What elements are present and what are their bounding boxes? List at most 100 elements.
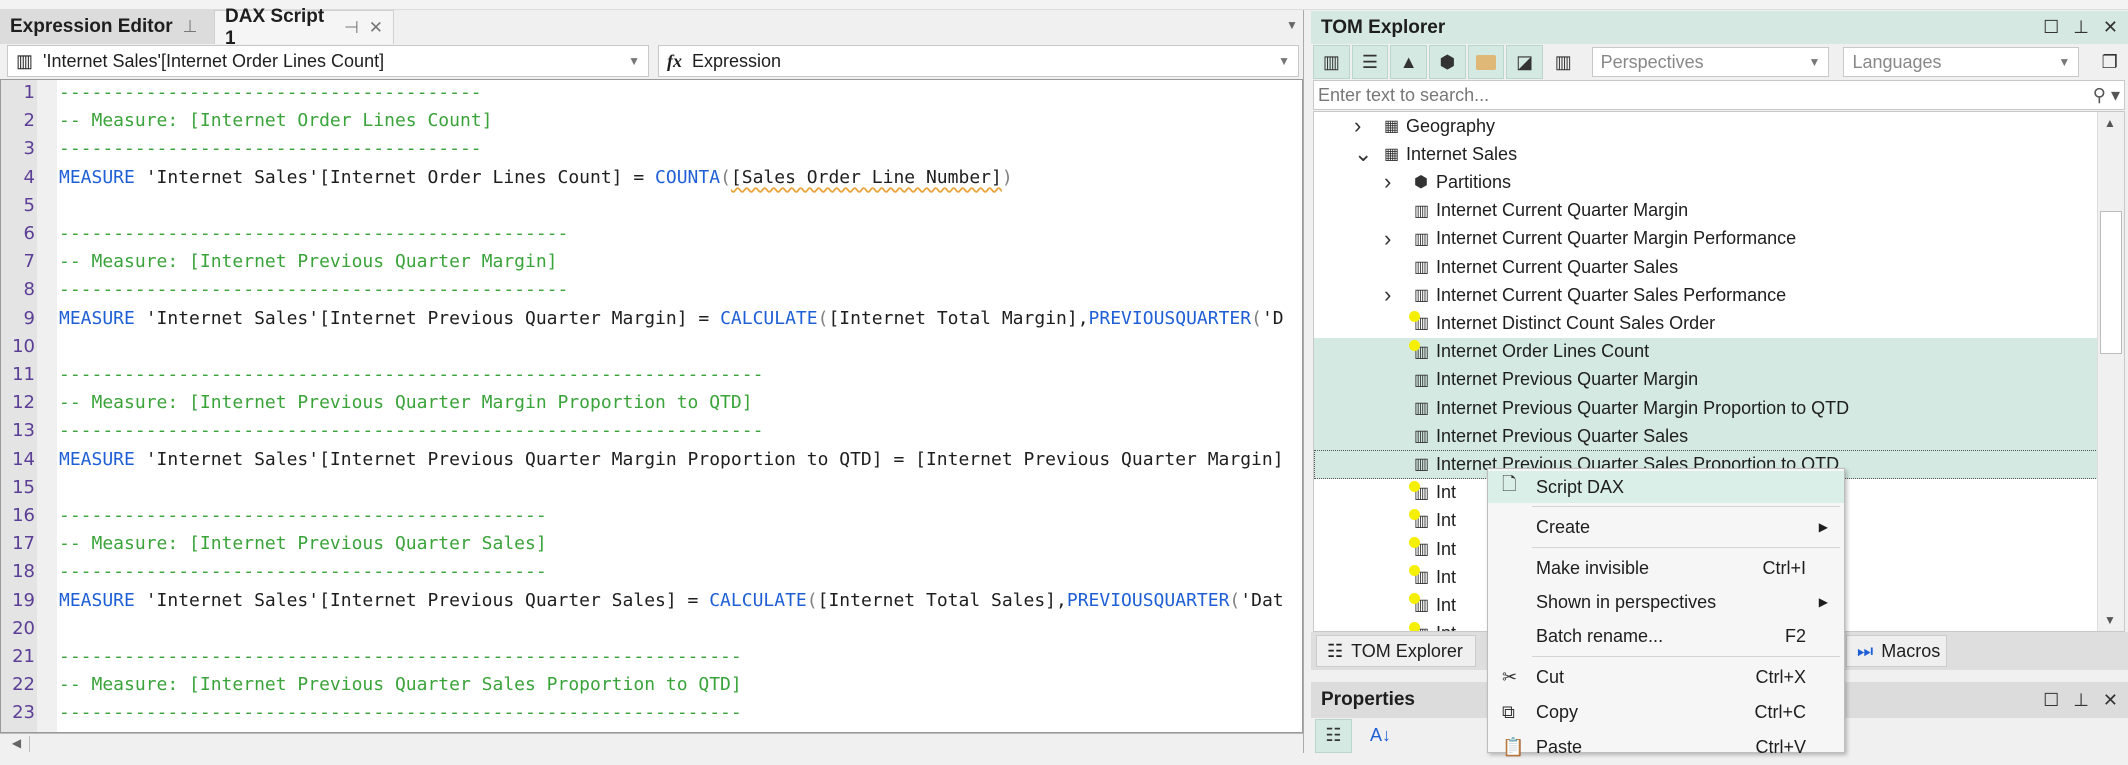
copy-icon: ⧉ <box>1502 702 1515 722</box>
code-line[interactable]: 3 --------------------------------------- <box>1 135 1302 163</box>
code-line[interactable]: 12 -- Measure: [Internet Previous Quarter… <box>1 389 1302 417</box>
panel-title: TOM Explorer <box>1321 16 1446 38</box>
tree-item[interactable]: › ▥ Internet Current Quarter Margin Perfor… <box>1314 225 2098 253</box>
close-icon[interactable]: ✕ <box>2103 690 2118 711</box>
code-line[interactable]: 7 -- Measure: [Internet Previous Quarter … <box>1 248 1302 276</box>
tree-item[interactable]: ⌄ ▦ Internet Sales <box>1314 140 2098 168</box>
hierarchy-icon[interactable]: ▲ <box>1390 45 1427 79</box>
code-line[interactable]: 21 --------------------------------------… <box>1 643 1302 671</box>
menu-item-script-dax[interactable]: 🗋 Script DAX <box>1488 471 1844 503</box>
slash-box-icon[interactable]: ◪ <box>1506 45 1543 79</box>
code-line[interactable]: 19 MEASURE 'Internet Sales'[Internet Prev… <box>1 587 1302 615</box>
tree-item[interactable]: ▥ Internet Current Quarter Sales <box>1314 253 2098 281</box>
code-line[interactable]: 2 -- Measure: [Internet Order Lines Count… <box>1 107 1302 135</box>
chevron-right-icon[interactable]: › <box>1384 282 1391 308</box>
code-line[interactable]: 4 MEASURE 'Internet Sales'[Internet Order… <box>1 164 1302 192</box>
code-line[interactable]: 1 --------------------------------------- <box>1 80 1302 107</box>
tree-item[interactable]: ▥ Internet Distinct Count Sales Order <box>1314 309 2098 337</box>
code-line[interactable]: 11 --------------------------------------… <box>1 361 1302 389</box>
code-text: -- Measure: [Internet Previous Quarter M… <box>59 248 558 276</box>
code-token: COUNTA <box>655 166 721 188</box>
scroll-left-icon[interactable]: ◀ <box>4 736 30 752</box>
languages-dropdown[interactable]: Languages ▼ <box>1843 47 2080 77</box>
code-line[interactable]: 9 MEASURE 'Internet Sales'[Internet Previ… <box>1 305 1302 333</box>
vertical-scrollbar[interactable]: ▲ ▼ <box>2097 112 2124 631</box>
menu-item-make-invisible[interactable]: Make invisible Ctrl+I <box>1488 551 1844 585</box>
columns-icon[interactable]: ▥ <box>1545 45 1582 79</box>
menu-item-copy[interactable]: ⧉ Copy Ctrl+C <box>1488 695 1844 730</box>
tree-item[interactable]: ▥ Internet Previous Quarter Margin <box>1314 365 2098 394</box>
chevron-right-icon[interactable]: › <box>1354 113 1361 139</box>
code-line[interactable]: 15 <box>1 474 1302 502</box>
pin-icon[interactable]: ⊣ <box>344 18 359 38</box>
sort-alphabetical-icon[interactable]: A↓ <box>1362 719 1399 753</box>
code-token: -- Measure: [Internet Previous Quarter S… <box>59 674 742 696</box>
pane-splitter[interactable] <box>1303 10 1311 753</box>
code-line[interactable]: 23 --------------------------------------… <box>1 699 1302 727</box>
code-line[interactable]: 20 <box>1 615 1302 643</box>
scroll-down-icon[interactable]: ▼ <box>2104 613 2116 627</box>
cube-icon[interactable]: ⬢ <box>1428 45 1466 79</box>
tree-item[interactable]: › ▥ Internet Current Quarter Sales Perform… <box>1314 281 2098 309</box>
menu-item-create[interactable]: Create ▶ <box>1488 510 1844 544</box>
new-window-icon[interactable]: ❐ <box>2091 45 2128 79</box>
horizontal-scrollbar[interactable]: ◀ <box>0 733 1303 753</box>
categorized-icon[interactable]: ☷ <box>1315 718 1352 753</box>
folder-icon[interactable] <box>1467 45 1505 79</box>
tab-expression-editor[interactable]: Expression Editor ⊥ <box>0 10 214 44</box>
tab-tom-explorer[interactable]: ☷ TOM Explorer <box>1316 635 1476 667</box>
line-number: 6 <box>23 223 35 244</box>
code-text: ----------------------------------------… <box>59 417 763 445</box>
code-line[interactable]: 14 MEASURE 'Internet Sales'[Internet Prev… <box>1 446 1302 474</box>
code-line[interactable]: 10 <box>1 333 1302 361</box>
tab-list-dropdown-icon[interactable]: ▼ <box>1286 18 1298 32</box>
scrollbar-thumb[interactable] <box>2100 211 2122 354</box>
tree-item[interactable]: ▥ Internet Previous Quarter Margin Propor… <box>1314 394 2098 423</box>
code-token: ) <box>1001 166 1013 188</box>
tree-item[interactable]: › ⬢ Partitions <box>1314 168 2098 196</box>
search-icon[interactable]: ⚲ ▾ <box>2093 85 2120 106</box>
chevron-right-icon[interactable]: › <box>1384 169 1391 195</box>
code-line[interactable]: 8 ---------------------------------------… <box>1 276 1302 304</box>
tree-item[interactable]: › ▦ Geography <box>1314 112 2098 140</box>
menu-item-cut[interactable]: ✂ Cut Ctrl+X <box>1488 660 1844 695</box>
pin-icon[interactable]: ⊥ <box>2073 690 2089 711</box>
menu-item-shown-in-perspectives[interactable]: Shown in perspectives ▶ <box>1488 585 1844 619</box>
pin-icon[interactable]: ⊥ <box>2073 17 2089 38</box>
scroll-up-icon[interactable]: ▲ <box>2104 116 2116 130</box>
pin-icon[interactable]: ⊥ <box>183 17 198 37</box>
code-line[interactable]: 18 --------------------------------------… <box>1 558 1302 586</box>
tree-item[interactable]: ▥ Internet Current Quarter Margin <box>1314 197 2098 225</box>
tab-macros[interactable]: ⏭ Macros <box>1846 635 1947 667</box>
code-token: [Internet Total Sales], <box>817 589 1067 611</box>
code-line[interactable]: 16 --------------------------------------… <box>1 502 1302 530</box>
column-icon[interactable]: ☰ <box>1351 45 1389 79</box>
object-selector[interactable]: ▥ 'Internet Sales'[Internet Order Lines … <box>7 45 649 77</box>
menu-item-label: Shown in perspectives <box>1536 591 1717 612</box>
code-line[interactable]: 17 -- Measure: [Internet Previous Quarter… <box>1 530 1302 558</box>
tab-dax-script-1[interactable]: DAX Script 1 ⊣ ✕ <box>214 6 394 49</box>
maximize-icon[interactable]: ☐ <box>2043 690 2059 711</box>
close-icon[interactable]: ✕ <box>2103 17 2118 38</box>
code-token: 'D <box>1261 307 1284 329</box>
chevron-down-icon[interactable]: ⌄ <box>1354 141 1372 167</box>
code-editor[interactable]: 1 ---------------------------------------… <box>0 79 1303 733</box>
tree-item[interactable]: ▥ Internet Order Lines Count <box>1314 337 2098 366</box>
search-input[interactable]: Enter text to search... ⚲ ▾ <box>1313 80 2125 110</box>
code-line[interactable]: 13 --------------------------------------… <box>1 417 1302 445</box>
perspectives-dropdown[interactable]: Perspectives ▼ <box>1591 47 1830 77</box>
menu-item-paste[interactable]: 📋 Paste Ctrl+V <box>1488 730 1844 765</box>
chevron-right-icon[interactable]: › <box>1384 226 1391 252</box>
line-number: 8 <box>23 279 35 301</box>
code-text: ----------------------------------------… <box>59 276 568 304</box>
menu-item-batch-rename[interactable]: Batch rename... F2 <box>1488 619 1844 653</box>
maximize-icon[interactable]: ☐ <box>2043 17 2059 38</box>
property-selector[interactable]: fx Expression ▼ <box>658 45 1299 77</box>
calculator-icon[interactable]: ▥ <box>1313 45 1350 79</box>
tree-item[interactable]: ▥ Internet Previous Quarter Sales <box>1314 422 2098 451</box>
close-icon[interactable]: ✕ <box>369 18 383 38</box>
tree-item-label: Internet Current Quarter Sales Performan… <box>1436 284 1787 305</box>
code-line[interactable]: 22 -- Measure: [Internet Previous Quarter… <box>1 671 1302 699</box>
code-line[interactable]: 6 ---------------------------------------… <box>1 220 1302 248</box>
code-line[interactable]: 5 <box>1 192 1302 220</box>
